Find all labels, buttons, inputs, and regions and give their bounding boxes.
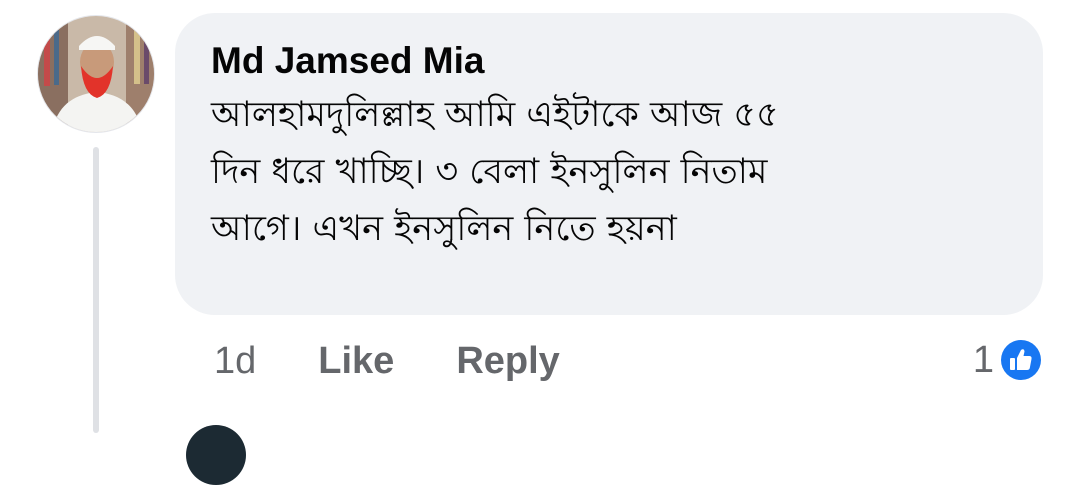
reply-button[interactable]: Reply [456,340,559,383]
thumbs-up-icon [998,337,1044,383]
avatar-photo [38,16,154,132]
comment-text-line: আগে। এখন ইনসুলিন নিতে হয়না [211,209,677,249]
reaction-summary[interactable]: 1 [973,335,1044,385]
reaction-count: 1 [972,338,994,381]
comment-text-line: আলহামদুলিল্লাহ আমি এইটাকে আজ ৫৫ [211,95,779,135]
comment-text-line: দিন ধরে খাচ্ছি। ৩ বেলা ইনসুলিন নিতাম [211,152,768,192]
comment-author[interactable]: Md Jamsed Mia [211,39,1007,83]
thread-line [93,147,99,433]
comment-timestamp[interactable]: 1d [214,340,256,383]
avatar[interactable] [37,15,155,133]
comment-text: আলহামদুলিল্লাহ আমি এইটাকে আজ ৫৫ দিন ধরে … [211,87,1007,258]
next-comment-avatar[interactable] [186,425,246,485]
comment-actions: 1d Like Reply [214,336,560,386]
like-button[interactable]: Like [318,340,394,383]
comment-bubble: Md Jamsed Mia আলহামদুলিল্লাহ আমি এইটাকে … [175,13,1043,315]
